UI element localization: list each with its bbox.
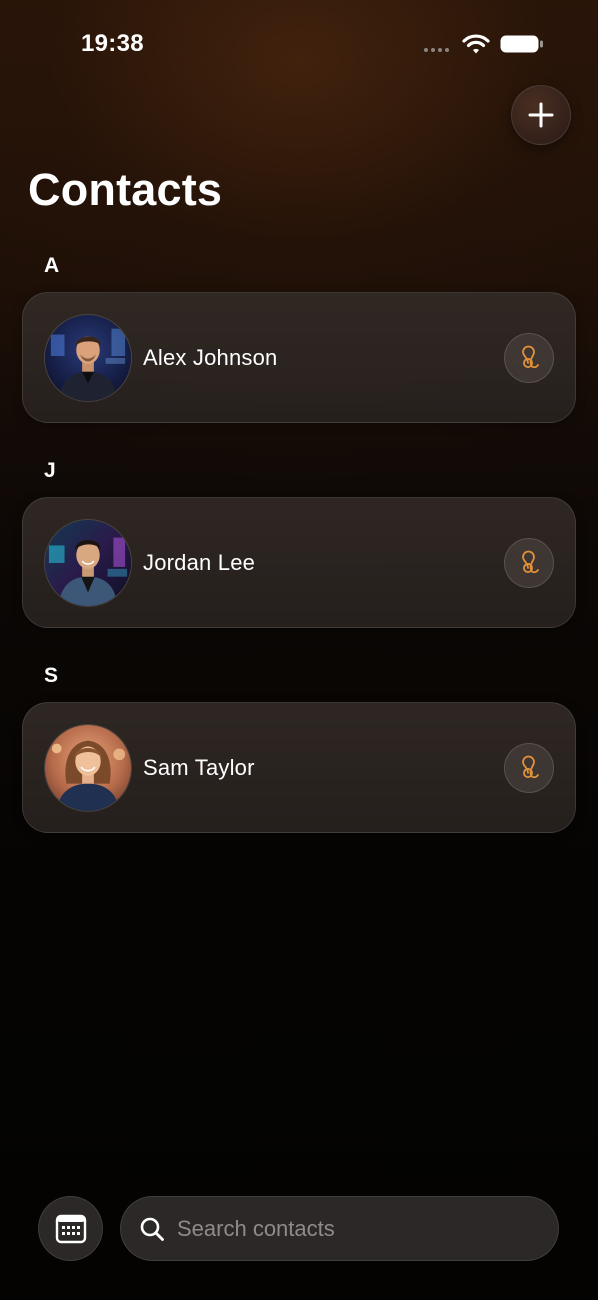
contact-name: Alex Johnson — [143, 345, 278, 370]
search-bar[interactable] — [120, 1196, 559, 1261]
leo-zodiac-icon — [522, 755, 539, 779]
zodiac-button[interactable] — [504, 333, 554, 383]
calendar-icon — [55, 1214, 86, 1243]
zodiac-button[interactable] — [504, 743, 554, 793]
add-contact-button[interactable] — [511, 85, 571, 145]
section-header-j: J — [44, 459, 56, 482]
signal-dots-icon — [424, 48, 449, 52]
calendar-button[interactable] — [38, 1196, 103, 1261]
wifi-icon — [462, 34, 490, 54]
contact-name: Sam Taylor — [143, 755, 255, 780]
search-input[interactable] — [177, 1208, 558, 1249]
page-title: Contacts — [28, 164, 223, 215]
contact-card-jordan-lee[interactable]: Jordan Lee — [22, 497, 576, 628]
plus-icon — [528, 102, 554, 128]
contact-name: Jordan Lee — [143, 550, 256, 575]
contact-card-alex-johnson[interactable]: Alex Johnson — [22, 292, 576, 423]
leo-zodiac-icon — [522, 550, 539, 574]
avatar — [44, 314, 132, 402]
status-time: 19:38 — [81, 30, 144, 57]
battery-icon — [500, 35, 543, 53]
avatar — [44, 724, 132, 812]
contacts-screen: 19:38 Contacts A Alex Johnson J Jordan L… — [0, 0, 598, 1300]
avatar — [44, 519, 132, 607]
leo-zodiac-icon — [522, 345, 539, 369]
contact-card-sam-taylor[interactable]: Sam Taylor — [22, 702, 576, 833]
zodiac-button[interactable] — [504, 538, 554, 588]
section-header-s: S — [44, 664, 59, 687]
search-icon — [140, 1217, 164, 1241]
section-header-a: A — [44, 254, 60, 277]
